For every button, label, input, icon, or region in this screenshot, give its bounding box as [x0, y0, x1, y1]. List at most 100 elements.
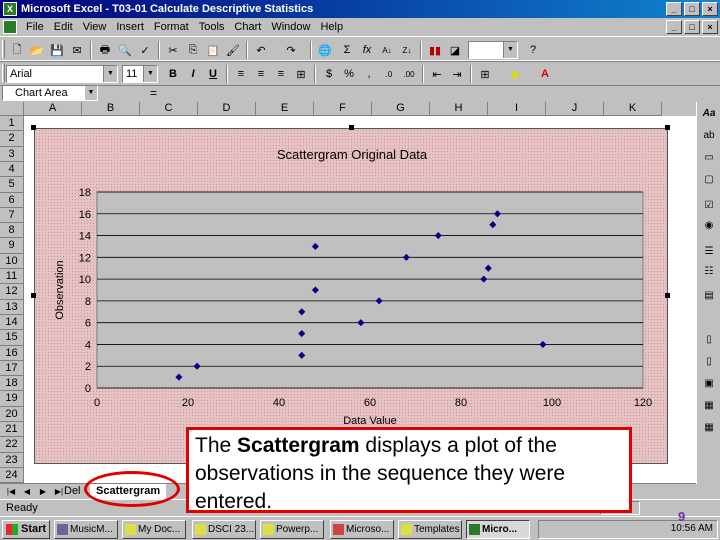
- row-header[interactable]: 24: [0, 467, 24, 484]
- row-header[interactable]: 7: [0, 207, 24, 224]
- close-button[interactable]: ×: [702, 2, 718, 16]
- minimize-button[interactable]: _: [666, 2, 682, 16]
- menu-file[interactable]: File: [21, 21, 49, 33]
- column-header[interactable]: B: [82, 102, 140, 116]
- column-header[interactable]: H: [430, 102, 488, 116]
- comma-button[interactable]: ,: [360, 65, 378, 83]
- column-header[interactable]: F: [314, 102, 372, 116]
- sort-descending-icon[interactable]: Z↓: [398, 41, 416, 59]
- start-button[interactable]: Start: [2, 520, 50, 539]
- chart-resize-handle[interactable]: [665, 125, 670, 130]
- maximize-button[interactable]: □: [684, 2, 700, 16]
- chart-resize-handle[interactable]: [31, 293, 36, 298]
- name-box[interactable]: Chart Area ▼: [2, 85, 98, 101]
- row-header[interactable]: 16: [0, 345, 24, 361]
- prev-sheet-icon[interactable]: ◀: [20, 486, 34, 498]
- increase-decimal-icon[interactable]: .0: [380, 65, 398, 83]
- font-combo[interactable]: Arial ▼: [6, 65, 118, 83]
- column-header[interactable]: D: [198, 102, 256, 116]
- toggle-grid-icon[interactable]: ▦: [700, 420, 718, 436]
- chart-resize-handle[interactable]: [31, 125, 36, 130]
- row-header[interactable]: 15: [0, 330, 24, 346]
- excel-icon[interactable]: X: [3, 2, 17, 16]
- row-header[interactable]: 10: [0, 253, 24, 270]
- row-header[interactable]: 5: [0, 177, 24, 193]
- doc-minimize-button[interactable]: _: [666, 20, 682, 34]
- menu-chart[interactable]: Chart: [229, 21, 266, 33]
- menu-insert[interactable]: Insert: [111, 21, 149, 33]
- increase-indent-icon[interactable]: ⇥: [448, 65, 466, 83]
- decrease-indent-icon[interactable]: ⇤: [428, 65, 446, 83]
- column-header[interactable]: I: [488, 102, 546, 116]
- open-icon[interactable]: 📂: [28, 41, 46, 59]
- combo-box-icon[interactable]: ☷: [700, 264, 718, 280]
- y-axis-label[interactable]: Observation: [54, 260, 66, 319]
- chevron-down-icon[interactable]: ▼: [85, 86, 97, 100]
- checkbox-icon[interactable]: ☑: [700, 198, 718, 214]
- paste-function-icon[interactable]: fx: [358, 41, 376, 59]
- edit-code-icon[interactable]: ▦: [700, 398, 718, 414]
- print-preview-icon[interactable]: 🔍: [116, 41, 134, 59]
- doc-close-button[interactable]: ×: [702, 20, 718, 34]
- hyperlink-icon[interactable]: 🌐: [316, 41, 334, 59]
- column-header[interactable]: J: [546, 102, 604, 116]
- percent-button[interactable]: %: [340, 65, 358, 83]
- menu-view[interactable]: View: [78, 21, 112, 33]
- cut-icon[interactable]: ✂: [164, 41, 182, 59]
- first-sheet-icon[interactable]: |◀: [4, 486, 18, 498]
- option-button-icon[interactable]: ◉: [700, 218, 718, 234]
- doc-restore-button[interactable]: □: [684, 20, 700, 34]
- italic-button[interactable]: I: [184, 65, 202, 83]
- menu-tools[interactable]: Tools: [194, 21, 230, 33]
- chevron-down-icon[interactable]: ▼: [143, 66, 157, 82]
- task-microsoft[interactable]: Microso...: [330, 520, 394, 539]
- task-dsci[interactable]: DSCI 23...: [192, 520, 256, 539]
- plot-area[interactable]: [96, 191, 644, 389]
- formula-equals[interactable]: =: [150, 86, 157, 100]
- row-header[interactable]: 22: [0, 437, 24, 453]
- align-right-icon[interactable]: ≡: [272, 65, 290, 83]
- row-header[interactable]: 1: [0, 116, 24, 132]
- font-size-combo[interactable]: 11 ▼: [122, 65, 158, 83]
- menu-format[interactable]: Format: [149, 21, 194, 33]
- chart-title[interactable]: Scattergram Original Data: [277, 147, 428, 162]
- x-axis-label[interactable]: Data Value: [343, 415, 397, 427]
- row-header[interactable]: 17: [0, 360, 24, 377]
- align-center-icon[interactable]: ≡: [252, 65, 270, 83]
- fill-color-icon[interactable]: ◆: [506, 65, 524, 83]
- column-header[interactable]: K: [604, 102, 662, 116]
- email-icon[interactable]: ✉: [68, 41, 86, 59]
- properties-icon[interactable]: ▣: [700, 376, 718, 392]
- list-box-icon[interactable]: ☰: [700, 244, 718, 260]
- new-icon[interactable]: 🗋: [8, 41, 26, 59]
- chart-wizard-icon[interactable]: ▮▮: [426, 41, 444, 59]
- row-header[interactable]: 19: [0, 391, 24, 407]
- help-icon[interactable]: ?: [524, 41, 542, 59]
- column-header[interactable]: A: [24, 102, 82, 116]
- task-templates[interactable]: Templates: [398, 520, 462, 539]
- chevron-down-icon[interactable]: ▼: [103, 66, 117, 82]
- row-header[interactable]: 23: [0, 452, 24, 468]
- column-header[interactable]: G: [372, 102, 430, 116]
- row-header[interactable]: 2: [0, 131, 24, 147]
- merge-center-icon[interactable]: ⊞: [292, 65, 310, 83]
- row-header[interactable]: 14: [0, 314, 24, 331]
- row-header[interactable]: 6: [0, 192, 24, 208]
- print-icon[interactable]: 🖶: [96, 41, 114, 59]
- bold-button[interactable]: B: [164, 65, 182, 83]
- save-icon[interactable]: 💾: [48, 41, 66, 59]
- format-painter-icon[interactable]: 🖌: [224, 41, 242, 59]
- column-header[interactable]: C: [140, 102, 198, 116]
- row-header[interactable]: 4: [0, 161, 24, 178]
- chevron-down-icon[interactable]: ▼: [503, 42, 517, 58]
- spelling-icon[interactable]: ✓: [136, 41, 154, 59]
- chart-area[interactable]: Scattergram Original Data 0 2 4 6 8 10 12 14 16 1…: [34, 128, 668, 464]
- font-color-icon[interactable]: A: [536, 65, 554, 83]
- copy-icon[interactable]: ⎘: [184, 41, 202, 59]
- select-all-corner[interactable]: [0, 102, 24, 116]
- clock[interactable]: 10:56 AM: [671, 523, 713, 534]
- drawing-icon[interactable]: ◪: [446, 41, 464, 59]
- row-header[interactable]: 3: [0, 146, 24, 162]
- spinner-icon[interactable]: ▯: [700, 354, 718, 370]
- task-excel[interactable]: Micro...: [466, 520, 530, 539]
